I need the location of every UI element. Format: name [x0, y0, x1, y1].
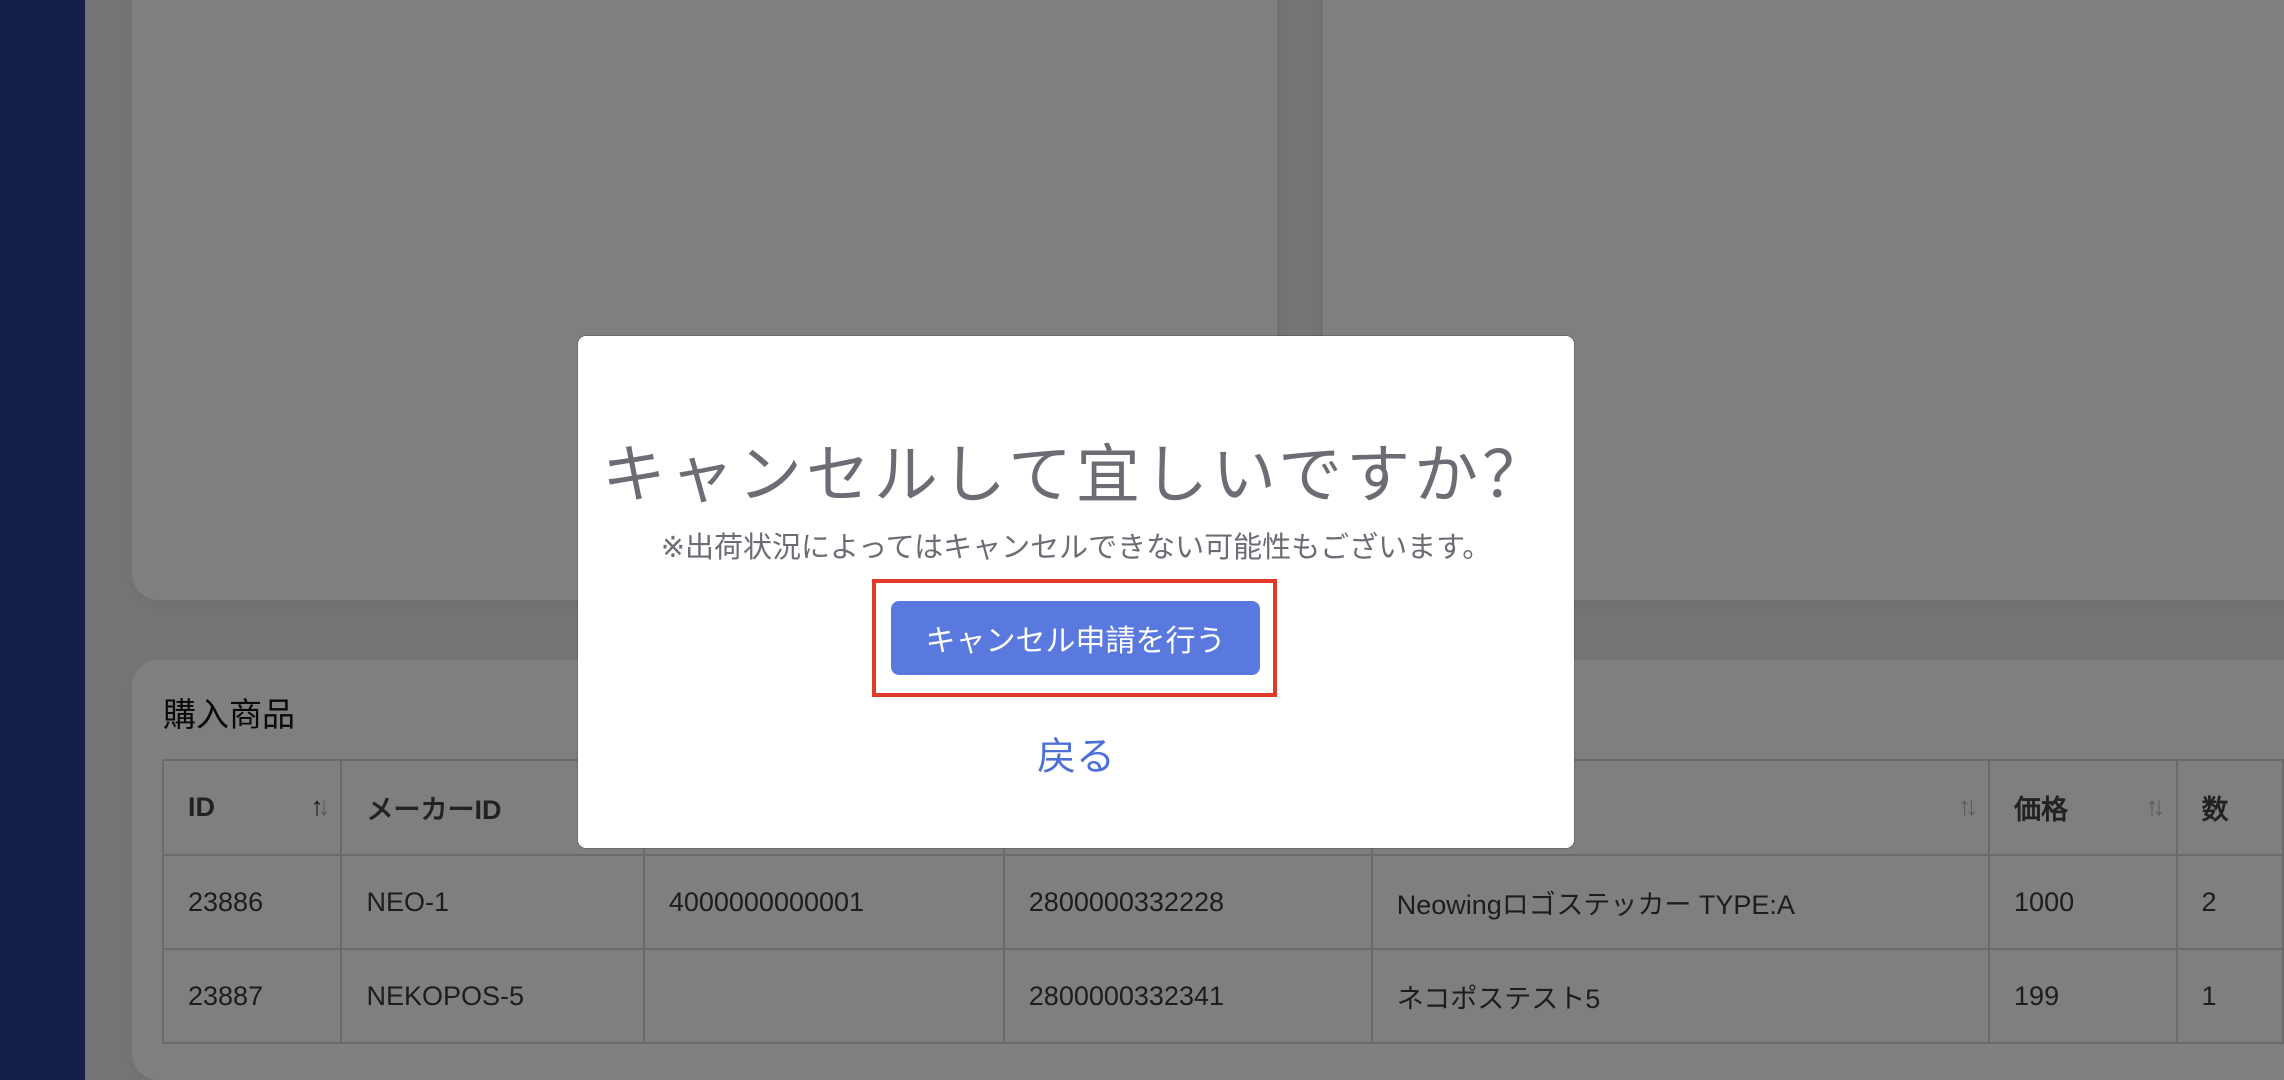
request-cancel-button[interactable]: キャンセル申請を行う: [891, 601, 1260, 675]
dialog-title: キャンセルして宜しいですか？: [601, 439, 1551, 513]
dialog-message: ※出荷状況によってはキャンセルできない可能性もございます。: [660, 530, 1492, 564]
cancel-confirm-dialog: キャンセルして宜しいですか？ ※出荷状況によってはキャンセルできない可能性もござ…: [578, 336, 1574, 848]
back-link[interactable]: 戻る: [578, 726, 1574, 782]
